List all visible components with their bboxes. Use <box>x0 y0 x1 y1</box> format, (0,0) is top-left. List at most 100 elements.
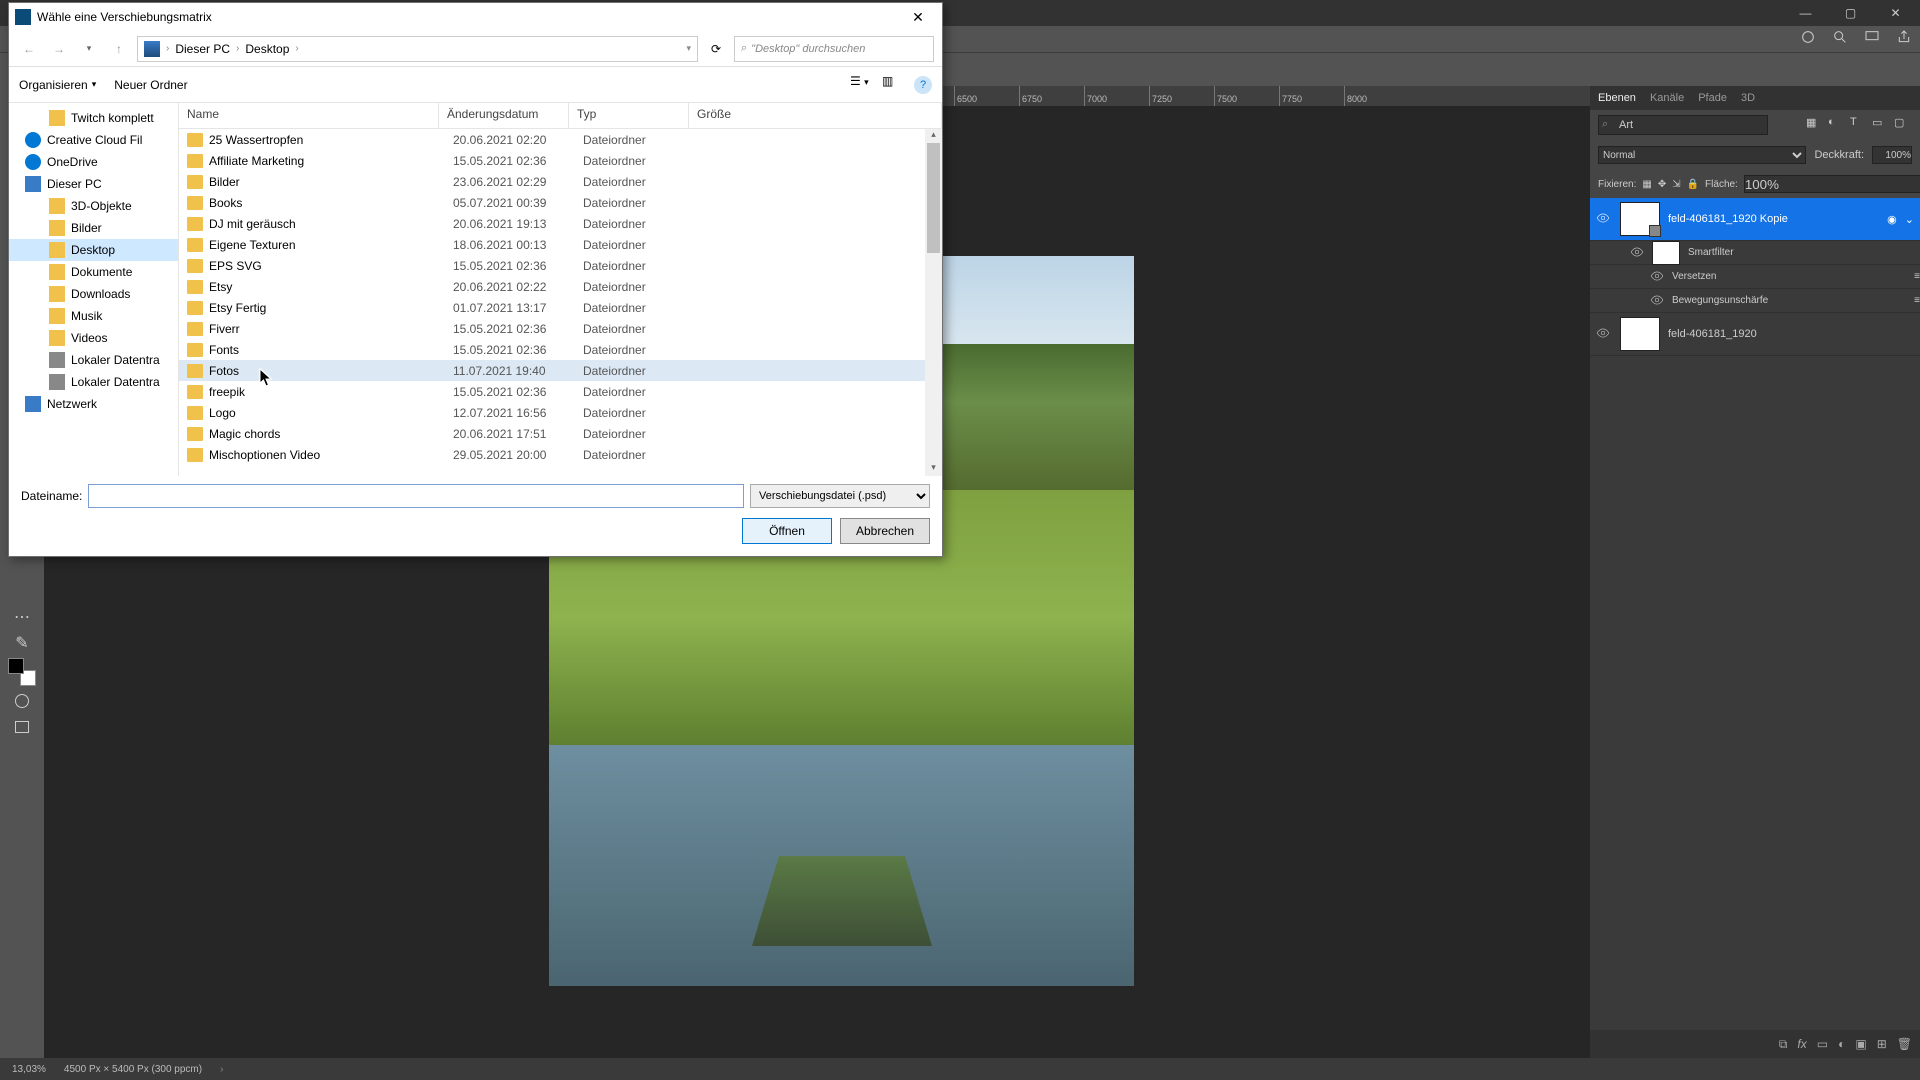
file-row[interactable]: Etsy20.06.2021 02:22Dateiordner <box>179 276 942 297</box>
file-row[interactable]: Mischoptionen Video29.05.2021 20:00Datei… <box>179 444 942 465</box>
layer-row[interactable]: feld-406181_1920 Kopie ◉ ⌄ <box>1590 198 1920 241</box>
new-folder-button[interactable]: Neuer Ordner <box>114 78 187 92</box>
tree-item[interactable]: OneDrive <box>9 151 178 173</box>
tree-item[interactable]: Desktop <box>9 239 178 261</box>
breadcrumb-bar[interactable]: › Dieser PC › Desktop › ▾ <box>137 36 698 62</box>
file-row[interactable]: Fonts15.05.2021 02:36Dateiordner <box>179 339 942 360</box>
new-layer-icon[interactable]: ⊞ <box>1877 1037 1887 1051</box>
file-row[interactable]: Logo12.07.2021 16:56Dateiordner <box>179 402 942 423</box>
tree-item[interactable]: Dokumente <box>9 261 178 283</box>
layer-name[interactable]: feld-406181_1920 <box>1668 328 1757 340</box>
lock-artboard-icon[interactable]: ⇲ <box>1672 179 1680 190</box>
layer-fx-icon[interactable]: fx <box>1797 1037 1806 1051</box>
lock-all-icon[interactable]: 🔒 <box>1687 179 1699 190</box>
adjustment-layer-icon[interactable]: ◐ <box>1838 1037 1845 1051</box>
share-icon[interactable] <box>1896 29 1912 50</box>
filter-toggle-icon[interactable]: ◉ <box>1887 213 1897 226</box>
tree-item[interactable]: Videos <box>9 327 178 349</box>
workspace-icon[interactable] <box>1864 29 1880 50</box>
layer-row[interactable]: feld-406181_1920 <box>1590 313 1920 356</box>
zoom-level[interactable]: 13,03% <box>12 1064 46 1075</box>
scrollbar-vertical[interactable]: ▴ ▾ <box>925 129 942 476</box>
smartfilter-item[interactable]: Bewegungsunschärfe≡ <box>1590 289 1920 313</box>
edit-toolbar-icon[interactable]: ✎ <box>11 632 33 654</box>
lock-position-icon[interactable]: ✥ <box>1658 179 1666 190</box>
smartfilter-item[interactable]: Versetzen≡ <box>1590 265 1920 289</box>
breadcrumb-item[interactable]: Desktop <box>245 42 289 56</box>
status-chevron-icon[interactable]: › <box>220 1064 223 1075</box>
column-date[interactable]: Änderungsdatum <box>439 103 569 128</box>
cloud-icon[interactable] <box>1800 29 1816 50</box>
visibility-toggle-icon[interactable] <box>1650 293 1664 309</box>
link-layers-icon[interactable]: ⧉ <box>1779 1037 1788 1052</box>
tree-item[interactable]: Netzwerk <box>9 393 178 415</box>
layer-thumbnail[interactable] <box>1620 317 1660 351</box>
filter-mask-thumb[interactable] <box>1652 241 1680 265</box>
layer-mask-icon[interactable]: ▭ <box>1817 1037 1828 1051</box>
tab-channels[interactable]: Kanäle <box>1650 92 1684 104</box>
file-row[interactable]: Eigene Texturen18.06.2021 00:13Dateiordn… <box>179 234 942 255</box>
preview-pane-button[interactable]: ▥ <box>882 74 904 96</box>
file-row[interactable]: Etsy Fertig01.07.2021 13:17Dateiordner <box>179 297 942 318</box>
search-box[interactable]: ⌕ "Desktop" durchsuchen <box>734 36 934 62</box>
tree-item[interactable]: Bilder <box>9 217 178 239</box>
file-list[interactable]: 25 Wassertropfen20.06.2021 02:20Dateiord… <box>179 129 942 476</box>
nav-up-button[interactable]: ↑ <box>107 37 131 61</box>
layer-name[interactable]: feld-406181_1920 Kopie <box>1668 213 1788 225</box>
folder-tree[interactable]: Twitch komplettCreative Cloud FilOneDriv… <box>9 103 179 476</box>
visibility-toggle-icon[interactable] <box>1596 326 1612 342</box>
window-minimize-button[interactable]: — <box>1783 0 1828 26</box>
open-button[interactable]: Öffnen <box>742 518 832 544</box>
tab-paths[interactable]: Pfade <box>1698 92 1727 104</box>
layer-group-icon[interactable]: ▣ <box>1855 1037 1866 1051</box>
filter-options-icon[interactable]: ≡ <box>1914 271 1920 282</box>
window-close-button[interactable]: ✕ <box>1873 0 1918 26</box>
lock-pixels-icon[interactable]: ▦ <box>1642 179 1651 190</box>
filter-adjust-icon[interactable]: ◐ <box>1828 116 1846 134</box>
organize-button[interactable]: Organisieren▾ <box>19 78 96 92</box>
tree-item[interactable]: Creative Cloud Fil <box>9 129 178 151</box>
column-name[interactable]: Name <box>179 103 439 128</box>
filename-input[interactable] <box>88 484 744 508</box>
dialog-close-button[interactable]: ✕ <box>898 4 938 30</box>
file-row[interactable]: Books05.07.2021 00:39Dateiordner <box>179 192 942 213</box>
view-mode-button[interactable]: ☰ ▾ <box>850 74 872 96</box>
nav-recent-button[interactable]: ▾ <box>77 37 101 61</box>
delete-layer-icon[interactable]: 🗑 <box>1897 1037 1912 1051</box>
nav-forward-button[interactable]: → <box>47 37 71 61</box>
tree-item[interactable]: Musik <box>9 305 178 327</box>
file-row[interactable]: Affiliate Marketing15.05.2021 02:36Datei… <box>179 150 942 171</box>
breadcrumb-item[interactable]: Dieser PC <box>175 42 230 56</box>
visibility-toggle-icon[interactable] <box>1630 245 1644 261</box>
help-button[interactable]: ? <box>914 76 932 94</box>
cancel-button[interactable]: Abbrechen <box>840 518 930 544</box>
ellipsis-tool-icon[interactable]: ⋯ <box>11 606 33 628</box>
blend-mode-select[interactable]: Normal <box>1598 146 1806 164</box>
tab-layers[interactable]: Ebenen <box>1598 92 1636 104</box>
window-maximize-button[interactable]: ▢ <box>1828 0 1873 26</box>
file-row[interactable]: Magic chords20.06.2021 17:51Dateiordner <box>179 423 942 444</box>
smartfilter-header[interactable]: Smartfilter <box>1590 241 1920 265</box>
tab-3d[interactable]: 3D <box>1741 92 1755 104</box>
tree-item[interactable]: 3D-Objekte <box>9 195 178 217</box>
column-size[interactable]: Größe <box>689 103 942 128</box>
tree-item[interactable]: Lokaler Datentra <box>9 371 178 393</box>
tree-item[interactable]: Downloads <box>9 283 178 305</box>
refresh-button[interactable]: ⟳ <box>704 37 728 61</box>
layer-thumbnail[interactable] <box>1620 202 1660 236</box>
file-row[interactable]: DJ mit geräusch20.06.2021 19:13Dateiordn… <box>179 213 942 234</box>
chevron-icon[interactable]: ⌄ <box>1905 213 1914 226</box>
tree-item[interactable]: Lokaler Datentra <box>9 349 178 371</box>
visibility-toggle-icon[interactable] <box>1650 269 1664 285</box>
file-type-select[interactable]: Verschiebungsdatei (.psd) <box>750 484 930 508</box>
filter-type-icon[interactable]: T <box>1850 116 1868 134</box>
filter-shape-icon[interactable]: ▭ <box>1872 116 1890 134</box>
file-list-header[interactable]: Name Änderungsdatum Typ Größe <box>179 103 942 129</box>
file-row[interactable]: Fiverr15.05.2021 02:36Dateiordner <box>179 318 942 339</box>
filter-smart-icon[interactable]: ▢ <box>1894 116 1912 134</box>
breadcrumb-dropdown-icon[interactable]: ▾ <box>686 43 691 54</box>
scrollbar-thumb[interactable] <box>927 143 940 253</box>
column-type[interactable]: Typ <box>569 103 689 128</box>
screenmode-icon[interactable] <box>11 716 33 738</box>
opacity-input[interactable] <box>1872 146 1912 164</box>
